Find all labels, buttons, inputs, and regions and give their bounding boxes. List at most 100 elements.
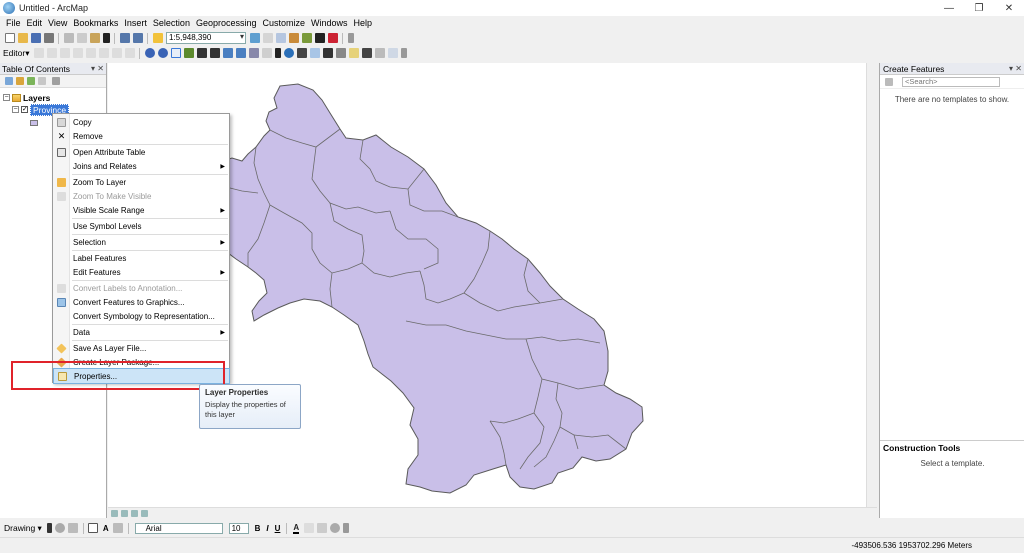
zoom-to-selected-icon[interactable] (68, 523, 79, 533)
delete-icon[interactable] (102, 33, 110, 43)
layout-view-icon[interactable] (111, 509, 118, 517)
menu-item-visible-scale-range[interactable]: Visible Scale Range ▶ (53, 203, 229, 217)
open-folder-icon[interactable] (17, 33, 28, 43)
edit-tool-icon[interactable] (33, 48, 44, 58)
list-by-selection-icon[interactable] (37, 77, 46, 85)
go-to-xy-icon[interactable] (322, 48, 333, 58)
editor-menu-button[interactable]: Editor▾ (3, 48, 29, 59)
split-tool-icon[interactable] (85, 48, 96, 58)
menu-help[interactable]: Help (351, 16, 376, 30)
zoom-out-icon[interactable] (157, 48, 168, 58)
find-icon[interactable] (296, 48, 307, 58)
template-search-input[interactable] (902, 76, 1000, 87)
menu-item-label-features[interactable]: Label Features (53, 251, 229, 265)
pin-icon[interactable]: ▾ ✕ (1009, 63, 1022, 75)
toc-options-icon[interactable] (52, 77, 60, 85)
menu-item-save-as-layer-file[interactable]: Save As Layer File... (53, 341, 229, 355)
measure-icon[interactable] (335, 48, 346, 58)
menu-item-copy[interactable]: Copy (53, 115, 229, 129)
menu-view[interactable]: View (45, 16, 70, 30)
menu-item-use-symbol-levels[interactable]: Use Symbol Levels (53, 219, 229, 233)
list-by-visibility-icon[interactable] (26, 77, 35, 85)
save-icon[interactable] (30, 33, 41, 43)
new-document-icon[interactable] (4, 33, 15, 43)
print-icon[interactable] (43, 33, 54, 43)
restore-button[interactable]: ❐ (964, 0, 994, 16)
refresh-view-icon[interactable] (131, 509, 138, 517)
html-popup-icon[interactable] (361, 48, 372, 58)
collapse-icon[interactable]: − (12, 106, 19, 113)
trace-icon[interactable] (72, 48, 83, 58)
reshape-icon[interactable] (98, 48, 109, 58)
edit-vertices-icon[interactable] (113, 523, 124, 533)
full-extent-icon[interactable] (183, 48, 194, 58)
pin-icon[interactable]: ▾ ✕ (91, 63, 104, 75)
editor-toolbar-icon[interactable] (249, 33, 260, 43)
python-window-icon[interactable] (314, 33, 325, 43)
time-slider-icon[interactable] (374, 48, 385, 58)
menu-item-remove[interactable]: ✕ Remove (53, 129, 229, 143)
toolbar-overflow-icon[interactable] (342, 523, 349, 533)
font-color-icon[interactable]: A (293, 523, 300, 534)
map-vertical-scrollbar[interactable] (866, 63, 877, 507)
toolbar-overflow-icon[interactable] (347, 33, 354, 43)
toolbar-overflow-icon[interactable] (400, 48, 407, 58)
menu-item-selection[interactable]: Selection ▶ (53, 235, 229, 249)
select-by-graphics-icon[interactable] (248, 48, 259, 58)
close-button[interactable]: ✕ (994, 0, 1024, 16)
pan-icon[interactable] (170, 48, 181, 58)
model-builder-icon[interactable] (327, 33, 338, 43)
attributes-icon[interactable] (111, 48, 122, 58)
organize-templates-icon[interactable] (884, 77, 893, 86)
menu-file[interactable]: File (3, 16, 24, 30)
polygon-symbol-swatch[interactable] (30, 119, 38, 126)
menu-item-open-attribute-table[interactable]: Open Attribute Table (53, 145, 229, 159)
create-viewer-window-icon[interactable] (387, 48, 398, 58)
layer-visibility-checkbox[interactable]: ✓ (21, 106, 28, 113)
menu-edit[interactable]: Edit (24, 16, 46, 30)
next-extent-icon[interactable] (235, 48, 246, 58)
copy-icon[interactable] (76, 33, 87, 43)
fixed-zoom-in-icon[interactable] (196, 48, 207, 58)
select-elements-icon[interactable] (274, 48, 281, 58)
toc-symbol-row[interactable] (30, 117, 38, 128)
list-by-source-icon[interactable] (15, 77, 24, 85)
list-by-drawing-order-icon[interactable] (4, 77, 13, 85)
menu-item-convert-features-to-graphics[interactable]: Convert Features to Graphics... (53, 295, 229, 309)
menu-bookmarks[interactable]: Bookmarks (70, 16, 121, 30)
bold-button[interactable]: B (255, 524, 261, 533)
cut-icon[interactable] (63, 33, 74, 43)
line-color-icon[interactable] (316, 523, 327, 533)
font-name-field[interactable]: Arial (134, 522, 223, 534)
menu-geoprocessing[interactable]: Geoprocessing (193, 16, 260, 30)
text-tool-icon[interactable]: A (103, 524, 109, 533)
menu-item-zoom-to-make-visible[interactable]: Zoom To Make Visible (53, 189, 229, 203)
add-data-icon[interactable] (152, 33, 163, 43)
italic-button[interactable]: I (266, 524, 268, 533)
edit-annotation-icon[interactable] (46, 48, 57, 58)
undo-icon[interactable] (119, 33, 130, 43)
map-horizontal-scrollbar[interactable] (108, 507, 877, 518)
zoom-in-icon[interactable] (144, 48, 155, 58)
pause-drawing-icon[interactable] (141, 509, 148, 517)
table-of-contents-icon[interactable] (262, 33, 273, 43)
map-scale-dropdown[interactable]: 1:5,948,390 (166, 32, 246, 44)
hyperlink-icon[interactable] (348, 48, 359, 58)
menu-customize[interactable]: Customize (260, 16, 309, 30)
menu-windows[interactable]: Windows (308, 16, 351, 30)
data-view-icon[interactable] (121, 509, 128, 517)
fixed-zoom-out-icon[interactable] (209, 48, 220, 58)
menu-item-joins-and-relates[interactable]: Joins and Relates ▶ (53, 159, 229, 173)
marker-color-icon[interactable] (329, 523, 340, 533)
menu-item-zoom-to-layer[interactable]: Zoom To Layer (53, 175, 229, 189)
menu-item-data[interactable]: Data ▶ (53, 325, 229, 339)
minimize-button[interactable]: — (934, 0, 964, 16)
collapse-icon[interactable]: − (3, 94, 10, 101)
select-elements-icon[interactable] (47, 523, 53, 533)
straight-segment-icon[interactable] (59, 48, 70, 58)
rotate-icon[interactable] (55, 523, 66, 533)
underline-button[interactable]: U (275, 524, 281, 533)
identify-icon[interactable] (283, 48, 294, 58)
redo-icon[interactable] (132, 33, 143, 43)
menu-item-convert-symbology-to-representation[interactable]: Convert Symbology to Representation... (53, 309, 229, 323)
